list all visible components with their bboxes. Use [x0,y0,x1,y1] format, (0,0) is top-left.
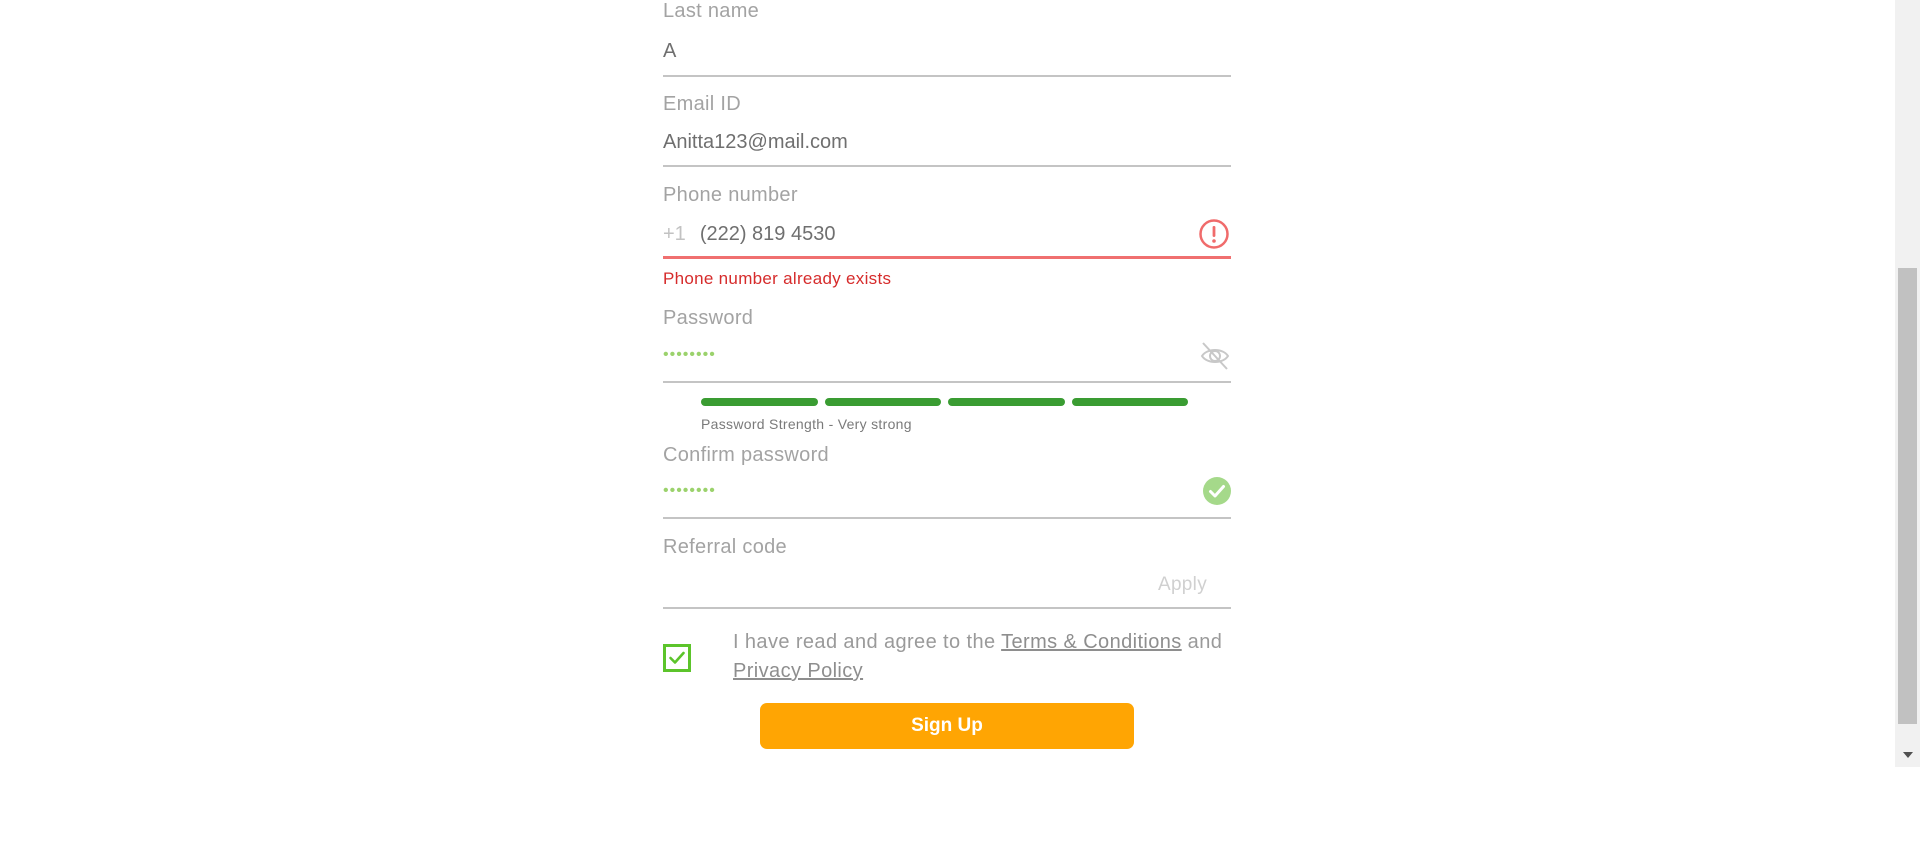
last-name-label: Last name [663,0,760,22]
referral-code-field[interactable]: Referral code Apply [663,534,1231,610]
confirm-password-label: Confirm password [663,444,829,466]
country-code-prefix: +1 [663,223,686,245]
confirm-password-value[interactable]: •••••••• [663,482,716,500]
phone-error-message: Phone number already exists [663,269,892,288]
phone-label: Phone number [663,184,798,206]
referral-code-label: Referral code [663,536,787,558]
strength-segment [1071,398,1188,406]
error-circle-icon [1197,217,1231,251]
phone-underline-error [663,256,1231,259]
phone-value-row[interactable]: +1 (222) 819 4530 [663,223,835,246]
last-name-value[interactable]: A [663,40,676,63]
phone-value: (222) 819 4530 [699,223,836,245]
agreement-text-middle: and [1181,631,1223,653]
password-strength-meter [701,398,1188,406]
strength-segment [948,398,1065,406]
apply-button[interactable]: Apply [1158,574,1207,596]
agreement-text-before: I have read and agree to the [733,631,1002,653]
email-value[interactable]: Anitta123@mail.com [663,131,848,154]
scroll-down-arrow-icon[interactable] [1895,746,1920,764]
strength-segment [701,398,818,406]
terms-conditions-link[interactable]: Terms & Conditions [1001,631,1182,653]
check-circle-icon [1202,476,1232,506]
password-value[interactable]: •••••••• [663,346,716,364]
phone-field[interactable]: Phone number +1 (222) 819 4530 Phone numb… [663,183,1231,293]
strength-segment [824,398,941,406]
vertical-scrollbar[interactable] [1895,0,1920,767]
agreement-text: I have read and agree to the Terms & Con… [733,628,1231,686]
password-field[interactable]: Password •••••••• [663,306,1231,384]
password-strength-text: Password Strength - Very strong [701,416,912,432]
last-name-underline [663,75,1231,77]
confirm-password-field[interactable]: Confirm password •••••••• [663,442,1231,520]
confirm-password-underline [663,517,1231,519]
password-underline [663,381,1231,383]
privacy-policy-link[interactable]: Privacy Policy [733,660,863,682]
password-label: Password [663,307,754,329]
referral-code-underline [663,607,1231,609]
agree-checkbox[interactable] [663,644,691,672]
page: Last name A Email ID Anitta123@mail.com … [0,0,1920,851]
last-name-field[interactable]: Last name A [663,0,1231,78]
sign-up-button[interactable]: Sign Up [760,703,1134,749]
eye-hidden-icon[interactable] [1199,340,1231,372]
email-underline [663,165,1231,167]
email-label: Email ID [663,93,741,115]
email-field[interactable]: Email ID Anitta123@mail.com [663,92,1231,168]
checkmark-icon [669,651,685,664]
scrollbar-thumb[interactable] [1898,268,1917,724]
